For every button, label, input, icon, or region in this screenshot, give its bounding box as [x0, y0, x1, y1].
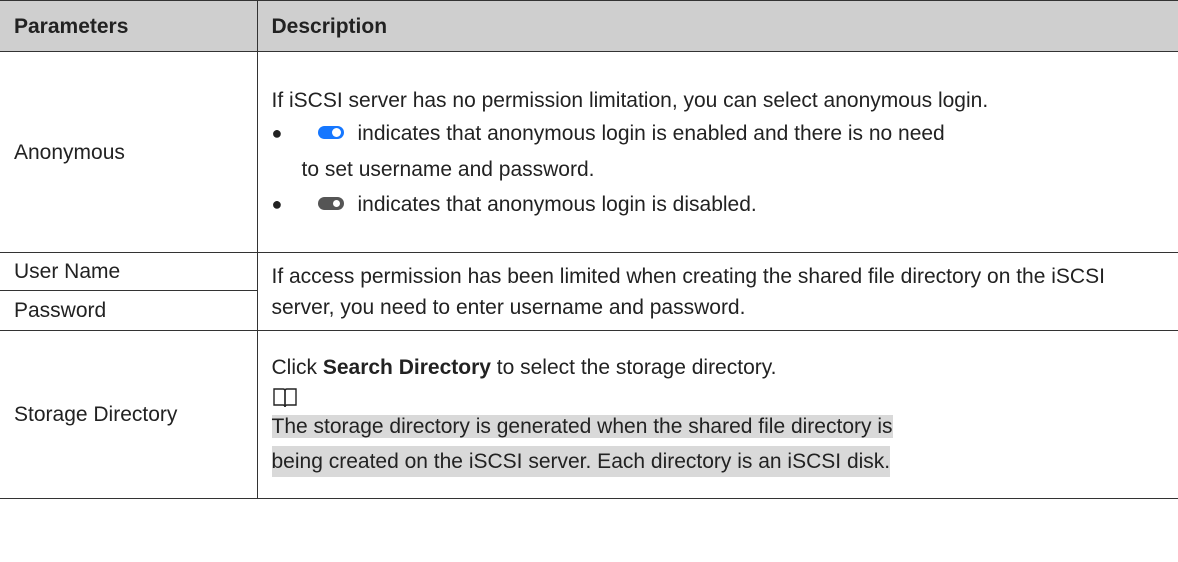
parameter-table: Parameters Description Anonymous If iSCS… [0, 0, 1178, 499]
toggle-on-icon [317, 125, 344, 139]
param-password: Password [0, 290, 257, 331]
book-icon [272, 388, 297, 408]
bullet-enabled: ● indicates that anonymous login is enab… [272, 118, 1165, 185]
param-storage-directory: Storage Directory [0, 330, 258, 499]
table-header-row: Parameters Description [0, 0, 1178, 52]
header-description: Description [256, 0, 1178, 52]
storage-note-line1: The storage directory is generated when … [271, 415, 893, 438]
header-parameters: Parameters [0, 0, 258, 52]
desc-storage-directory: Click Search Directory to select the sto… [256, 330, 1178, 499]
bullet-icon: ● [271, 122, 283, 143]
param-anonymous: Anonymous [0, 51, 258, 253]
bullet-disabled: ● indicates that anonymous login is disa… [272, 189, 1165, 220]
toggle-on-text: indicates that anonymous login is enable… [302, 118, 945, 185]
table-row-storage-directory: Storage Directory Click Search Directory… [0, 330, 1178, 499]
storage-click-line: Click Search Directory to select the sto… [271, 356, 777, 379]
bullet-disabled-text: indicates that anonymous login is disabl… [357, 192, 757, 216]
bullet-enabled-line2: to set username and password. [301, 157, 595, 181]
table-row-anonymous: Anonymous If iSCSI server has no permiss… [0, 51, 1178, 253]
anonymous-intro: If iSCSI server has no permission limita… [271, 88, 989, 112]
toggle-off-icon [317, 196, 344, 210]
desc-anonymous: If iSCSI server has no permission limita… [256, 51, 1178, 253]
param-user-name: User Name [0, 252, 258, 291]
search-directory-label: Search Directory [322, 356, 491, 379]
table-row-user-name: User Name If access permission has been … [0, 252, 1178, 331]
bullet-icon: ● [271, 193, 283, 214]
storage-note: The storage directory is generated when … [271, 411, 1165, 477]
storage-note-line2: being created on the iSCSI server. Each … [271, 446, 891, 477]
desc-credentials: If access permission has been limited wh… [256, 252, 1178, 331]
bullet-enabled-line1: indicates that anonymous login is enable… [357, 121, 945, 145]
